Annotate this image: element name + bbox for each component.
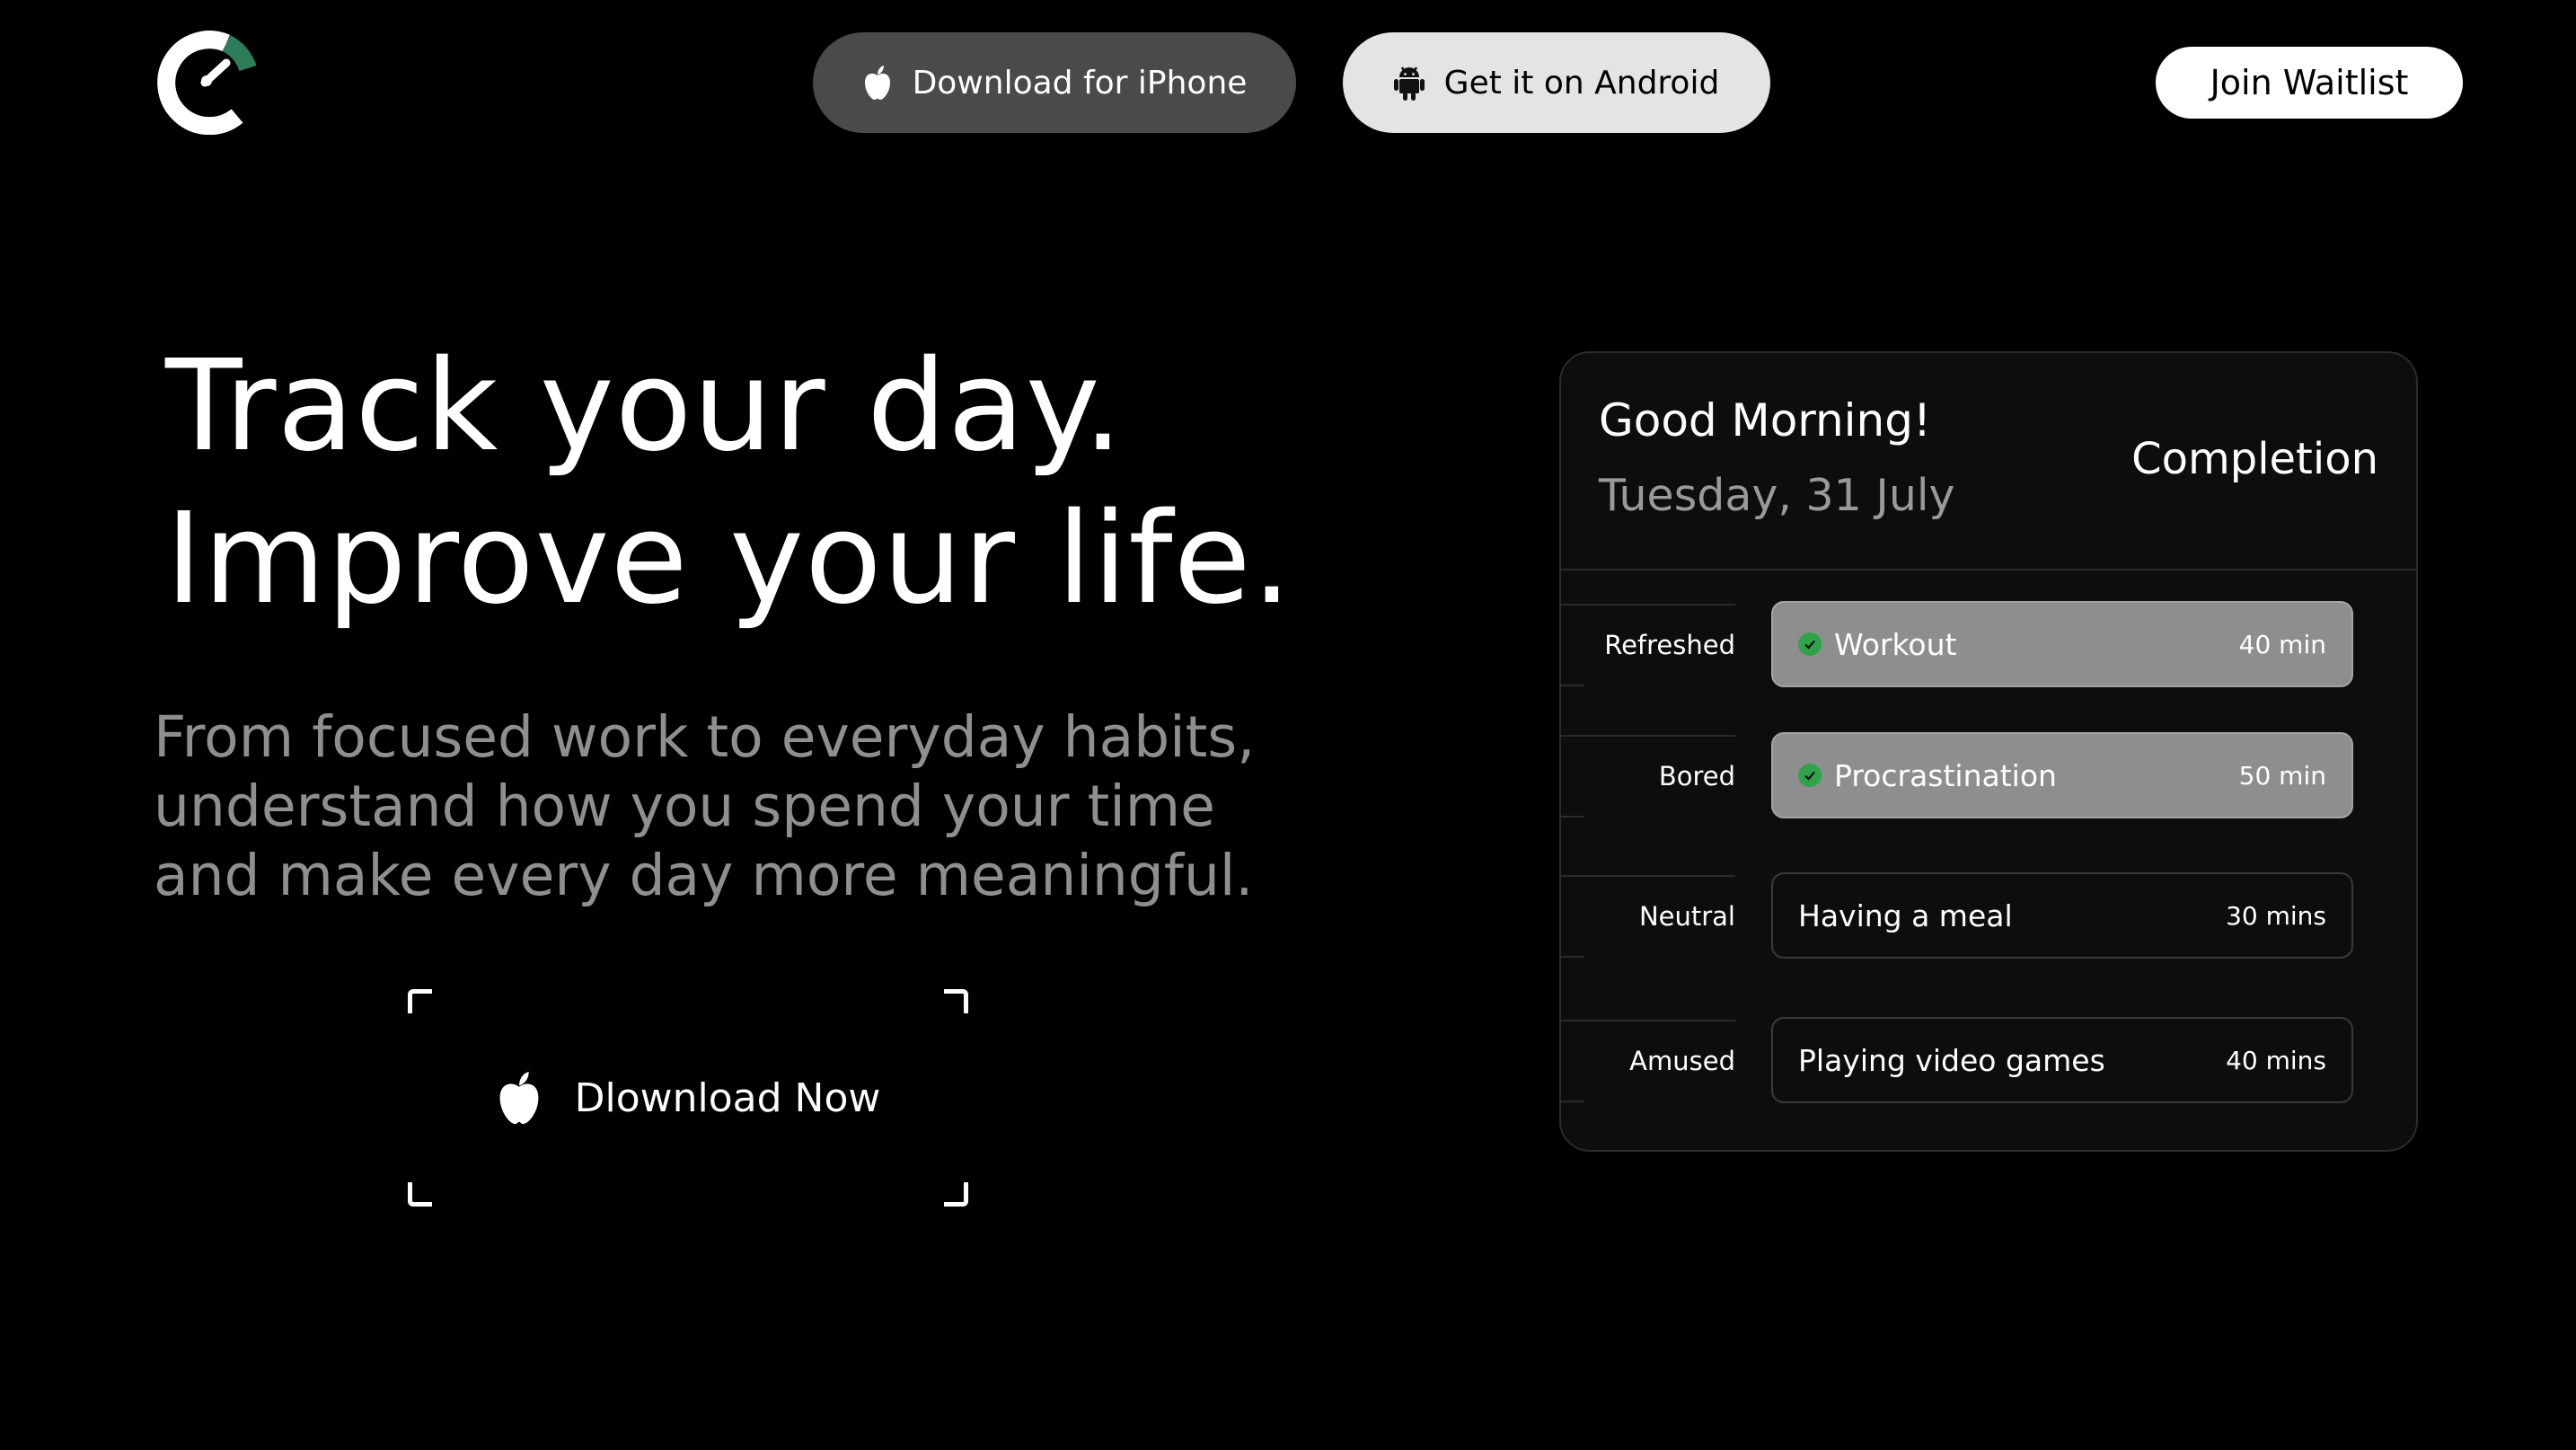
activity-row-video-games[interactable]: Playing video games 40 mins xyxy=(1771,1017,2353,1103)
activity-duration: 40 min xyxy=(2238,629,2326,659)
mood-divider xyxy=(1561,604,1735,606)
activity-name: Workout xyxy=(1834,626,1957,662)
mood-label: Neutral xyxy=(1638,901,1735,932)
mood-label: Amused xyxy=(1629,1046,1735,1076)
get-android-label: Get it on Android xyxy=(1443,64,1720,102)
join-waitlist-label: Join Waitlist xyxy=(2210,63,2409,102)
mood-divider xyxy=(1561,685,1584,686)
mood-divider xyxy=(1561,816,1584,818)
activity-name: Having a meal xyxy=(1798,897,2013,933)
download-now-button[interactable]: Dlownload Now xyxy=(408,989,968,1207)
join-waitlist-button[interactable]: Join Waitlist xyxy=(2156,47,2463,119)
hero-subtitle: From focused work to everyday habits, un… xyxy=(154,703,1321,910)
mood-label: Bored xyxy=(1658,761,1735,791)
brand-logo-icon[interactable] xyxy=(154,25,259,136)
check-circle-icon xyxy=(1798,764,1822,787)
activity-duration: 50 min xyxy=(2238,760,2326,791)
download-iphone-label: Download for iPhone xyxy=(912,64,1248,102)
mood-divider xyxy=(1561,875,1735,877)
get-android-button[interactable]: Get it on Android xyxy=(1343,32,1770,133)
greeting-text: Good Morning! xyxy=(1599,394,1932,446)
activity-duration: 40 mins xyxy=(2226,1045,2326,1075)
activity-row-meal[interactable]: Having a meal 30 mins xyxy=(1771,872,2353,959)
day-summary-card: Good Morning! Tuesday, 31 July Completio… xyxy=(1559,351,2418,1152)
check-circle-icon xyxy=(1798,632,1822,656)
activity-row-procrastination[interactable]: Procrastination 50 min xyxy=(1771,732,2353,818)
activity-duration: 30 mins xyxy=(2226,900,2326,931)
headline-line-2: Improve your life. xyxy=(165,486,1293,632)
subtitle-line-3: and make every day more meaningful. xyxy=(154,843,1254,908)
date-text: Tuesday, 31 July xyxy=(1599,470,1955,521)
corner-bracket xyxy=(408,1182,432,1207)
mood-divider xyxy=(1561,735,1735,737)
corner-bracket xyxy=(944,989,968,1013)
activity-name: Procrastination xyxy=(1834,757,2057,793)
mood-divider xyxy=(1561,1101,1584,1102)
subtitle-line-1: From focused work to everyday habits, xyxy=(154,704,1256,770)
subtitle-line-2: understand how you spend your time xyxy=(154,774,1215,839)
apple-icon xyxy=(862,65,893,101)
download-now-label: Dlownload Now xyxy=(574,1074,881,1121)
activity-name: Playing video games xyxy=(1798,1042,2105,1078)
headline-line-1: Track your day. xyxy=(165,333,1125,480)
corner-bracket xyxy=(408,989,432,1013)
completion-label: Completion xyxy=(2131,434,2378,484)
landing-page: Download for iPhone Get it on Android Jo… xyxy=(0,0,2576,1450)
apple-icon xyxy=(496,1070,543,1126)
hero-headline: Track your day. Improve your life. xyxy=(165,331,1292,636)
download-iphone-button[interactable]: Download for iPhone xyxy=(813,32,1296,133)
mood-divider xyxy=(1561,1020,1735,1021)
activity-row-workout[interactable]: Workout 40 min xyxy=(1771,601,2353,687)
card-header: Good Morning! Tuesday, 31 July Completio… xyxy=(1561,353,2416,570)
mood-label: Refreshed xyxy=(1604,630,1735,660)
corner-bracket xyxy=(944,1182,968,1207)
android-icon xyxy=(1393,65,1425,101)
mood-divider xyxy=(1561,956,1584,958)
